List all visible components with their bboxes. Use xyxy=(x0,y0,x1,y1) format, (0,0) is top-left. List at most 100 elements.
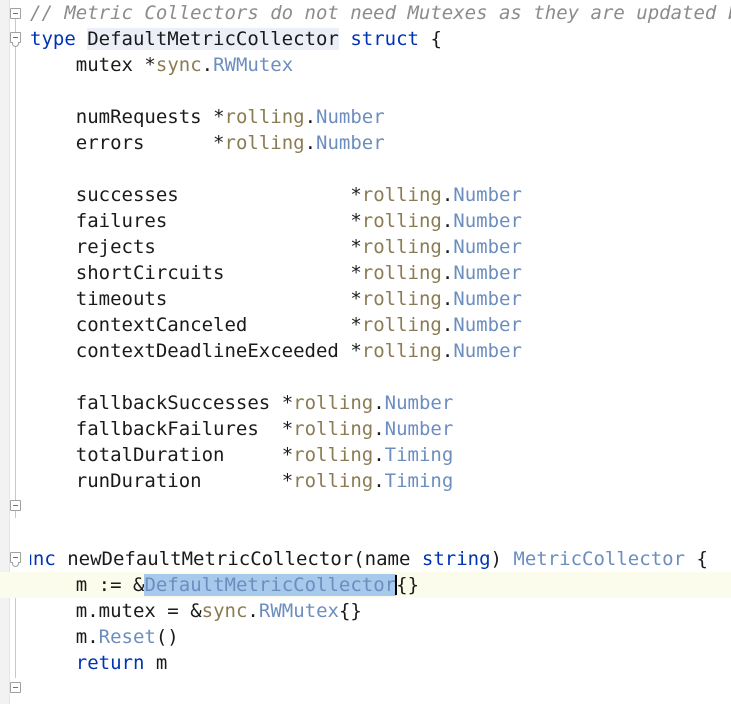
pointer-star: * xyxy=(350,340,362,362)
keyword-type: type xyxy=(30,28,76,50)
type-name: Timing xyxy=(384,444,454,466)
package-name: rolling xyxy=(293,470,374,492)
code-line-7[interactable] xyxy=(30,156,731,182)
fold-marker-struct-close[interactable] xyxy=(10,500,21,511)
code-line-21[interactable]: } xyxy=(30,494,711,520)
package-name: rolling xyxy=(361,288,442,310)
package-name: sync xyxy=(201,600,248,622)
code-editor[interactable]: // Metric Collectors do not need Mutexes… xyxy=(0,0,731,704)
type-name-declaration: DefaultMetricCollector xyxy=(87,28,339,50)
type-name: RWMutex xyxy=(258,600,339,622)
selected-identifier[interactable]: DefaultMetricCollector xyxy=(144,574,397,596)
receiver-field: m.mutex xyxy=(75,600,156,622)
pointer-star: * xyxy=(281,418,294,440)
pointer-star: * xyxy=(281,444,294,466)
keyword-string: string xyxy=(421,548,491,570)
code-line-4[interactable] xyxy=(30,78,731,104)
code-line-8[interactable]: successes *rolling.Number xyxy=(30,182,731,208)
code-line-2[interactable]: type DefaultMetricCollector struct { xyxy=(30,26,731,52)
code-line-22[interactable] xyxy=(30,520,731,546)
code-line-25[interactable]: m.mutex = &sync.RWMutex{} xyxy=(30,598,731,624)
dot: . xyxy=(304,132,317,154)
code-line-18[interactable]: totalDuration *rolling.Timing xyxy=(30,442,731,468)
keyword-func: func xyxy=(30,548,56,570)
code-line-28[interactable]: } xyxy=(30,676,711,702)
dot: . xyxy=(441,210,454,232)
parens-empty: () xyxy=(155,626,179,648)
code-line-1[interactable]: // Metric Collectors do not need Mutexes… xyxy=(30,0,731,26)
package-name: rolling xyxy=(361,236,442,258)
type-name: Number xyxy=(453,210,522,232)
code-line-3[interactable]: mutex *sync.RWMutex xyxy=(30,52,731,78)
code-line-16[interactable]: fallbackSuccesses *rolling.Number xyxy=(30,390,731,416)
type-name: Number xyxy=(453,288,522,310)
field-name: fallbackSuccesses xyxy=(75,392,271,414)
pointer-star: * xyxy=(350,236,362,258)
type-name: RWMutex xyxy=(213,54,294,76)
code-line-27[interactable]: return m xyxy=(30,650,731,676)
code-line-11[interactable]: shortCircuits *rolling.Number xyxy=(30,260,731,286)
fold-marker-func-close[interactable] xyxy=(10,682,21,693)
package-name: rolling xyxy=(361,210,442,232)
paren-close: ) xyxy=(490,548,502,570)
pointer-star: * xyxy=(213,132,225,154)
fold-marker-func-open[interactable] xyxy=(10,552,21,567)
code-line-23[interactable]: func newDefaultMetricCollector(name stri… xyxy=(30,546,711,572)
code-line-9[interactable]: failures *rolling.Number xyxy=(30,208,731,234)
variable-name: m xyxy=(155,652,168,674)
code-line-14[interactable]: contextDeadlineExceeded *rolling.Number xyxy=(30,338,731,364)
field-name: mutex xyxy=(75,54,133,76)
code-line-24[interactable]: m := &DefaultMetricCollector{} xyxy=(30,572,731,598)
type-name: Number xyxy=(316,132,385,154)
braces-empty: {} xyxy=(396,574,420,596)
type-name: Number xyxy=(453,314,522,336)
method-name: Reset xyxy=(98,626,156,648)
code-folding-gutter[interactable] xyxy=(10,0,30,704)
field-name: fallbackFailures xyxy=(75,418,259,440)
fold-marker-comment[interactable] xyxy=(10,8,21,19)
package-name: rolling xyxy=(224,132,305,154)
code-line-26[interactable]: m.Reset() xyxy=(30,624,731,650)
return-type-name: MetricCollector xyxy=(513,548,686,570)
code-line-17[interactable]: fallbackFailures *rolling.Number xyxy=(30,416,731,442)
comment-token: // Metric Collectors do not need Mutexes… xyxy=(30,2,731,24)
pointer-star: * xyxy=(281,392,294,414)
line-number-gutter[interactable] xyxy=(0,0,10,704)
dot: . xyxy=(373,444,385,466)
ampersand: & xyxy=(133,574,145,596)
code-line-10[interactable]: rejects *rolling.Number xyxy=(30,234,731,260)
code-content[interactable]: // Metric Collectors do not need Mutexes… xyxy=(30,0,731,704)
ampersand: & xyxy=(190,600,202,622)
code-line-5[interactable]: numRequests *rolling.Number xyxy=(30,104,731,130)
code-line-15[interactable] xyxy=(30,364,731,390)
field-name: runDuration xyxy=(75,470,202,492)
fold-marker-struct-open[interactable] xyxy=(10,32,21,47)
package-name: rolling xyxy=(361,340,442,362)
code-line-12[interactable]: timeouts *rolling.Number xyxy=(30,286,731,312)
code-line-6[interactable]: errors *rolling.Number xyxy=(30,130,731,156)
dot: . xyxy=(304,106,317,128)
code-line-13[interactable]: contextCanceled *rolling.Number xyxy=(30,312,731,338)
code-line-19[interactable]: runDuration *rolling.Timing xyxy=(30,468,731,494)
paren-open: ( xyxy=(353,548,365,570)
brace-open: { xyxy=(696,548,708,570)
dot: . xyxy=(441,236,454,258)
dot: . xyxy=(441,314,454,336)
